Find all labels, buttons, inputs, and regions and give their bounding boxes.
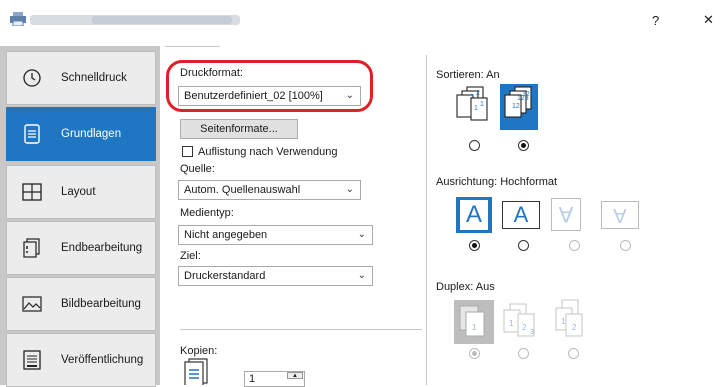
quelle-label: Quelle:: [180, 163, 215, 175]
auflistung-checkbox[interactable]: [182, 146, 193, 157]
header-separator: [165, 46, 220, 47]
portrait-rotated-radio: [569, 240, 580, 251]
sidebar-item-label: Schnelldruck: [61, 72, 127, 84]
finishing-icon: [21, 237, 43, 259]
sortieren-label-text: Sortieren:: [436, 69, 484, 81]
portrait-glyph: A: [459, 199, 489, 231]
chevron-down-icon: ⌄: [357, 229, 366, 240]
close-button[interactable]: ✕: [703, 12, 714, 28]
ausrichtung-label-text: Ausrichtung:: [436, 176, 498, 188]
portrait-rotated-glyph: A: [558, 202, 574, 228]
svg-text:1: 1: [474, 105, 478, 112]
copies-separator: [180, 329, 422, 330]
sort-on-selected[interactable]: 123 123 12: [500, 84, 538, 130]
medientyp-value: Nicht angegeben: [184, 229, 268, 241]
sidebar-item-label: Layout: [61, 186, 96, 198]
ziel-label: Ziel:: [180, 250, 201, 262]
quelle-value: Autom. Quellenauswahl: [184, 184, 301, 196]
svg-text:2: 2: [476, 90, 480, 97]
image-icon: [21, 293, 43, 315]
document-icon: [21, 123, 43, 145]
svg-text:3: 3: [530, 329, 534, 336]
svg-text:2: 2: [572, 323, 577, 332]
landscape-option[interactable]: A: [502, 201, 540, 229]
sort-on-radio[interactable]: [518, 140, 529, 151]
duplex-long-edge-icon: 1 2 3: [503, 303, 535, 337]
duplex-off-option: 1: [454, 300, 494, 344]
landscape-rotated-option: A: [601, 201, 639, 229]
sidebar-item-bildbearbeitung[interactable]: Bildbearbeitung: [6, 277, 156, 331]
sidebar-item-veroeffentlichung[interactable]: Veröffentlichung: [6, 333, 156, 387]
ziel-value: Druckerstandard: [184, 270, 266, 282]
sidebar: Schnelldruck Grundlagen Layout Endbearbe…: [0, 46, 160, 387]
svg-text:1: 1: [509, 319, 514, 328]
kopien-spin-up[interactable]: ▲: [287, 372, 303, 379]
svg-text:12: 12: [512, 103, 520, 110]
sort-on-icon: 123 123 12: [504, 86, 534, 118]
clock-icon: [21, 67, 43, 89]
sortieren-label: Sortieren: An: [436, 69, 500, 81]
sortieren-value: An: [486, 69, 500, 81]
duplex-off-radio: [469, 348, 480, 359]
duplex-label-text: Duplex:: [436, 281, 474, 293]
duplex-long-radio: [518, 348, 529, 359]
portrait-rotated-option: A: [551, 198, 581, 231]
copies-stack-icon: [184, 358, 208, 385]
duplex-short-radio: [568, 348, 579, 359]
svg-text:1: 1: [480, 101, 484, 108]
svg-text:1: 1: [472, 323, 477, 332]
duplex-label: Duplex: Aus: [436, 281, 495, 293]
help-button[interactable]: ?: [652, 13, 659, 28]
svg-text:123: 123: [517, 95, 529, 102]
layout-grid-icon: [21, 181, 43, 203]
landscape-glyph: A: [513, 202, 529, 227]
landscape-rotated-glyph: A: [613, 204, 627, 227]
kopien-value: 1: [249, 373, 256, 385]
auflistung-label: Auflistung nach Verwendung: [198, 146, 338, 158]
duplex-short-edge-icon: 1 2: [555, 299, 583, 337]
sidebar-item-layout[interactable]: Layout: [6, 165, 156, 219]
portrait-option[interactable]: A: [456, 197, 492, 233]
svg-text:2: 2: [522, 323, 527, 332]
ausrichtung-value: Hochformat: [500, 176, 558, 188]
portrait-radio[interactable]: [469, 240, 480, 251]
kopien-label: Kopien:: [180, 345, 218, 357]
seitenformate-button[interactable]: Seitenformate...: [180, 119, 298, 139]
sort-off-radio[interactable]: [469, 140, 480, 151]
sidebar-item-grundlagen[interactable]: Grundlagen: [6, 107, 156, 161]
chevron-down-icon: ⌄: [357, 270, 366, 281]
landscape-rotated-radio: [620, 240, 631, 251]
ziel-select[interactable]: Druckerstandard ⌄: [178, 266, 373, 286]
ausrichtung-label: Ausrichtung: Hochformat: [436, 176, 557, 188]
medientyp-label: Medientyp:: [180, 207, 234, 219]
publication-icon: [21, 349, 43, 371]
svg-text:1: 1: [561, 317, 566, 326]
sidebar-item-label: Grundlagen: [61, 128, 122, 140]
column-separator: [426, 55, 427, 385]
medientyp-select[interactable]: Nicht angegeben ⌄: [178, 225, 373, 245]
sidebar-item-label: Bildbearbeitung: [61, 298, 141, 310]
duplex-value: Aus: [475, 281, 495, 293]
landscape-radio[interactable]: [518, 240, 529, 251]
sort-off-icon[interactable]: 2 2 1 1: [453, 86, 493, 130]
quelle-select[interactable]: Autom. Quellenauswahl ⌄: [178, 180, 361, 200]
chevron-down-icon: ⌄: [345, 184, 354, 195]
printer-icon: [10, 12, 26, 26]
sidebar-item-endbearbeitung[interactable]: Endbearbeitung: [6, 221, 156, 275]
sidebar-item-label: Veröffentlichung: [61, 354, 144, 366]
window-title-blurred-2: [92, 16, 232, 24]
highlight-ring: [166, 60, 373, 112]
sidebar-item-schnelldruck[interactable]: Schnelldruck: [6, 51, 156, 105]
title-bar: ? ✕: [0, 0, 725, 38]
duplex-off-icon: 1: [459, 305, 485, 337]
sidebar-item-label: Endbearbeitung: [61, 242, 143, 254]
